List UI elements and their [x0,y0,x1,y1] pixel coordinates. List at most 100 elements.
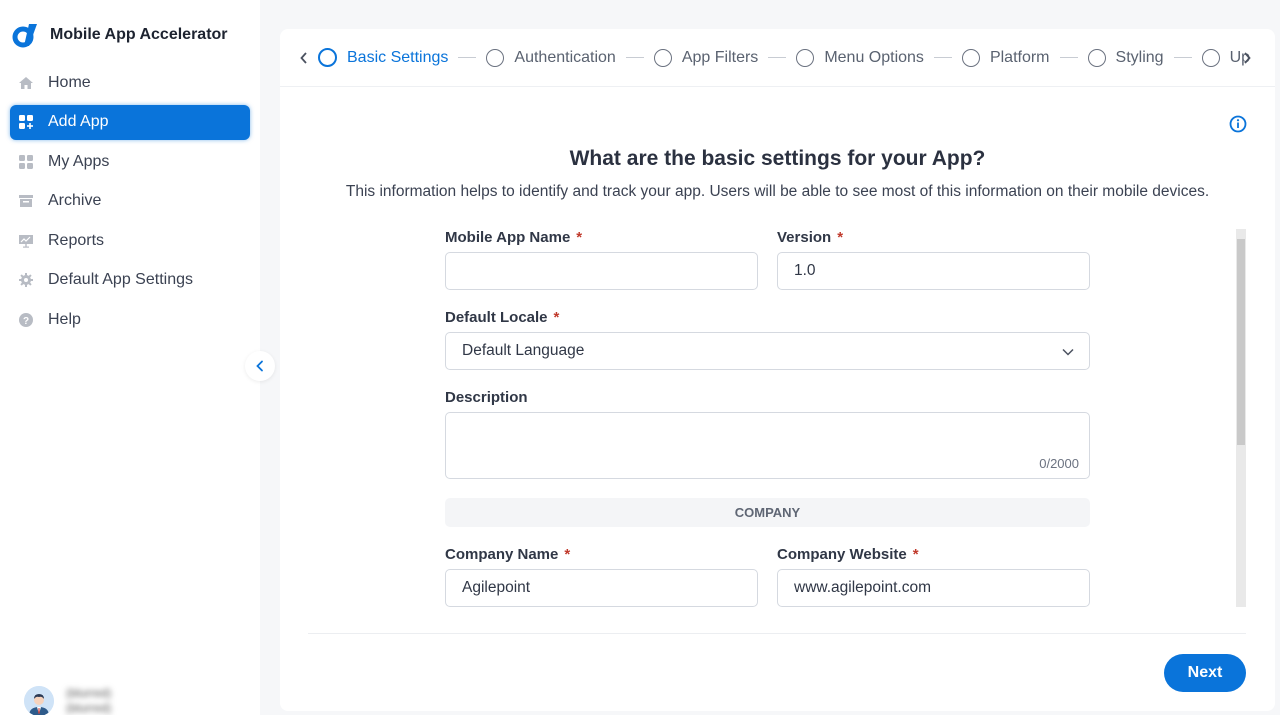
step-label: Styling [1115,48,1164,66]
version-input[interactable] [777,252,1090,290]
page-subtitle: This information helps to identify and t… [345,183,1210,200]
chevron-right-icon [1244,52,1251,64]
default-locale-select[interactable]: Default Language [445,332,1090,370]
page-title: What are the basic settings for your App… [569,147,986,170]
main-card: Basic Settings Authentication App Filter… [280,29,1275,711]
description-textarea[interactable]: 0/2000 [445,412,1090,479]
scrollbar-thumb[interactable] [1237,239,1245,445]
steps-list: Basic Settings Authentication App Filter… [318,48,1250,67]
step-connector [625,57,644,58]
chevron-left-icon [256,360,263,372]
step-styling[interactable]: Styling [1087,48,1164,67]
step-label: Menu Options [824,48,924,66]
required-mark: * [576,229,583,246]
description-label: Description [445,389,528,406]
next-button[interactable]: Next [1164,654,1246,692]
company-name-input[interactable] [445,569,758,607]
avatar [24,686,54,715]
form-scrollbar[interactable] [1236,229,1246,607]
step-label: Platform [989,48,1050,66]
collapse-sidebar-button[interactable] [245,351,275,381]
step-circle-icon [1087,48,1106,67]
svg-text:?: ? [23,316,29,327]
sidebar: Mobile App Accelerator Home Add App My A… [0,0,260,715]
sidebar-item-label: Default App Settings [48,271,193,288]
step-connector [1173,57,1192,58]
required-mark: * [564,546,571,563]
selected-value: Default Language [462,342,585,359]
sidebar-item-home[interactable]: Home [10,65,250,100]
sidebar-item-my-apps[interactable]: My Apps [10,144,250,179]
info-icon[interactable] [1229,115,1247,133]
step-circle-icon [318,48,337,67]
step-label: App Filters [681,48,759,66]
user-info: (blurred) (blurred) [66,686,111,715]
stepper-next-button[interactable] [1239,50,1255,66]
footer-divider [308,633,1246,634]
required-mark: * [553,309,560,326]
company-website-input[interactable] [777,569,1090,607]
label-text: Company Website [777,546,907,563]
required-mark: * [837,229,844,246]
mobile-app-name-input[interactable] [445,252,758,290]
step-connector [933,57,952,58]
step-label: Basic Settings [347,48,449,66]
step-platform[interactable]: Platform [961,48,1050,67]
label-text: Version [777,229,832,246]
grid-icon [18,154,34,170]
sidebar-item-label: Reports [48,231,105,249]
company-website-label: Company Website * [777,546,919,563]
reports-icon [18,233,34,249]
brand: Mobile App Accelerator [12,22,228,48]
sidebar-item-label: My Apps [48,152,110,170]
sidebar-nav: Home Add App My Apps Archive Reports Def… [10,65,250,342]
sidebar-item-label: Home [48,73,91,91]
company-name-label: Company Name * [445,546,570,563]
sidebar-item-label: Archive [48,192,102,209]
label-text: Mobile App Name [445,229,571,246]
step-connector [458,57,477,58]
sidebar-item-add-app[interactable]: Add App [10,104,250,140]
stepper: Basic Settings Authentication App Filter… [280,29,1275,87]
help-icon: ? [18,312,34,328]
company-section-header: COMPANY [445,498,1090,527]
sidebar-item-reports[interactable]: Reports [10,223,250,258]
user-profile[interactable]: (blurred) (blurred) [24,686,111,715]
mobile-app-name-label: Mobile App Name * [445,229,582,246]
step-label: Authentication [514,48,616,66]
step-circle-icon [653,48,672,67]
stepper-prev-button[interactable] [296,50,312,66]
label-text: Company Name [445,546,559,563]
user-role: (blurred) [66,701,112,715]
default-locale-label: Default Locale * [445,309,559,326]
version-label: Version * [777,229,843,246]
sidebar-item-default-app-settings[interactable]: Default App Settings [10,263,250,298]
app-logo-icon [12,24,37,48]
label-text: Default Locale [445,309,548,326]
step-circle-icon [1201,48,1220,67]
step-connector [768,57,787,58]
app-title: Mobile App Accelerator [50,26,228,43]
chevron-down-icon [1062,348,1074,356]
step-circle-icon [796,48,815,67]
sidebar-item-help[interactable]: ? Help [10,302,250,337]
archive-icon [18,193,34,209]
gear-icon [18,272,34,288]
user-name: (blurred) [66,686,112,700]
step-circle-icon [486,48,505,67]
add-app-icon [18,114,34,130]
sidebar-item-archive[interactable]: Archive [10,184,250,219]
home-icon [18,75,34,91]
step-basic-settings[interactable]: Basic Settings [318,48,448,67]
step-connector [1059,57,1078,58]
sidebar-item-label: Add App [48,113,109,130]
required-mark: * [912,546,919,563]
label-text: Description [445,389,528,406]
character-counter: 0/2000 [1039,456,1079,471]
sidebar-item-label: Help [48,310,81,328]
step-circle-icon [961,48,980,67]
chevron-left-icon [300,51,307,64]
step-app-filters[interactable]: App Filters [653,48,759,67]
step-menu-options[interactable]: Menu Options [796,48,924,67]
step-authentication[interactable]: Authentication [486,48,616,67]
